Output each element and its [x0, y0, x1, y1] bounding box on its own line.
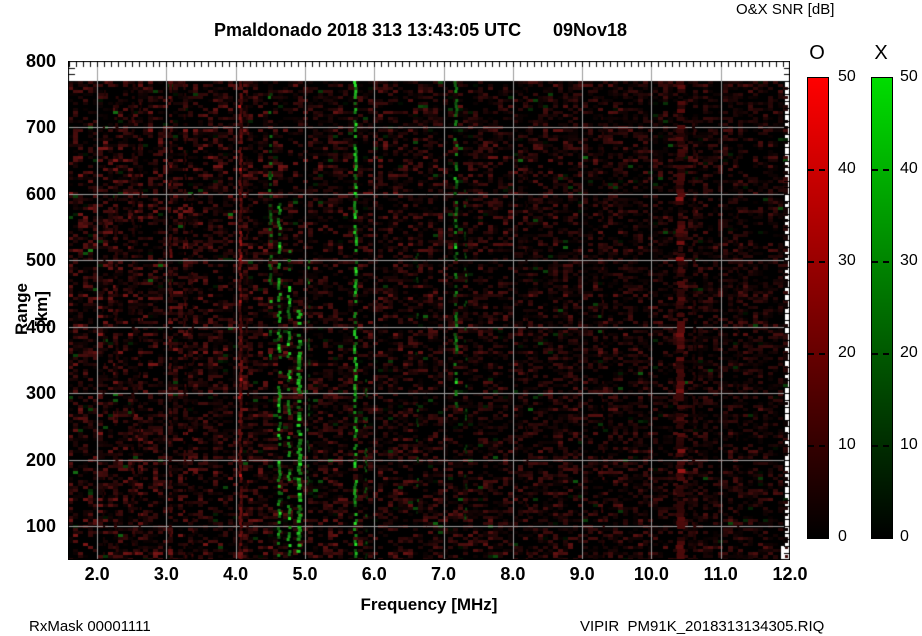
colorbar-o-gradient	[807, 77, 829, 539]
data-file-label: VIPIR PM91K_2018313134305.RIQ	[580, 618, 825, 635]
y-tick-label: 400	[25, 316, 56, 337]
colorbar-o-tick-mark	[808, 169, 814, 171]
colorbar-o-tick-label: 0	[838, 528, 847, 545]
colorbar-x-tick-mark	[872, 353, 878, 355]
x-tick-label: 3.0	[153, 564, 179, 584]
colorbar-o-tick-mark	[808, 353, 814, 355]
colorbar-o-tick-label: 40	[838, 160, 856, 177]
x-tick-label: 5.0	[292, 564, 318, 584]
colorbar-x-tick-label: 30	[900, 252, 918, 269]
colorbar-x-tick-mark	[883, 261, 889, 263]
colorbar-x-tick-label: 10	[900, 436, 918, 453]
y-tick-label: 800	[25, 51, 56, 71]
x-tick-label: 6.0	[361, 564, 387, 584]
x-axis-label: Frequency [MHz]	[360, 595, 498, 614]
colorbar-x-tick-label: 20	[900, 344, 918, 361]
x-tick-label: 2.0	[84, 564, 110, 584]
colorbar-o-tick-label: 50	[838, 68, 856, 85]
x-tick-label: 11.0	[703, 564, 738, 584]
colorbar-o-tick-mark	[819, 169, 825, 171]
x-tick-label: 10.0	[633, 564, 669, 584]
x-tick-label: 8.0	[500, 564, 526, 584]
colorbar-x-tick-mark	[872, 169, 878, 171]
y-tick-label: 300	[25, 383, 56, 404]
colorbar-x-tick-label: 50	[900, 68, 918, 85]
colorbar-x-tick-mark	[883, 445, 889, 447]
colorbar-o-tick-label: 30	[838, 252, 856, 269]
page-title: Pmaldonado 2018 313 13:43:05 UTC	[214, 20, 522, 40]
colorbar-o-tick-label: 10	[838, 436, 856, 453]
colorbar-x-header: X	[874, 42, 888, 64]
colorbar-title: O&X SNR [dB]	[736, 1, 835, 18]
x-tick-label: 7.0	[431, 564, 457, 584]
colorbar-x-tick-mark	[883, 353, 889, 355]
rxmask-label: RxMask 00001111	[29, 618, 151, 635]
ionogram-screen: Pmaldonado 2018 313 13:43:05 UTC 09Nov18…	[0, 0, 922, 636]
colorbar-o-tick-mark	[819, 261, 825, 263]
y-tick-label: 200	[25, 449, 56, 470]
colorbar-o-tick-mark	[819, 445, 825, 447]
y-tick-label: 700	[25, 117, 56, 138]
colorbar-o-tick-label: 20	[838, 344, 856, 361]
x-tick-label: 4.0	[223, 564, 249, 584]
colorbar-o-header: O	[809, 42, 825, 64]
colorbar-x-tick-label: 0	[900, 528, 909, 545]
x-tick-label: 9.0	[569, 564, 595, 584]
colorbar-x-tick-mark	[872, 261, 878, 263]
x-tick-label: 12.0	[772, 564, 808, 584]
colorbar-o-tick-mark	[819, 353, 825, 355]
y-tick-label: 600	[25, 183, 56, 204]
y-tick-label: 100	[25, 516, 56, 537]
colorbar-x-tick-mark	[883, 169, 889, 171]
colorbar-o-tick-mark	[808, 261, 814, 263]
ionogram-heatmap	[68, 61, 790, 560]
colorbar-x-tick-label: 40	[900, 160, 918, 177]
y-tick-label: 500	[25, 250, 56, 271]
colorbar-x-gradient	[871, 77, 893, 539]
colorbar-o-tick-mark	[808, 445, 814, 447]
colorbar-x-tick-mark	[872, 445, 878, 447]
y-axis-label: Range [km]	[12, 283, 51, 335]
page-title-date: 09Nov18	[553, 20, 628, 40]
